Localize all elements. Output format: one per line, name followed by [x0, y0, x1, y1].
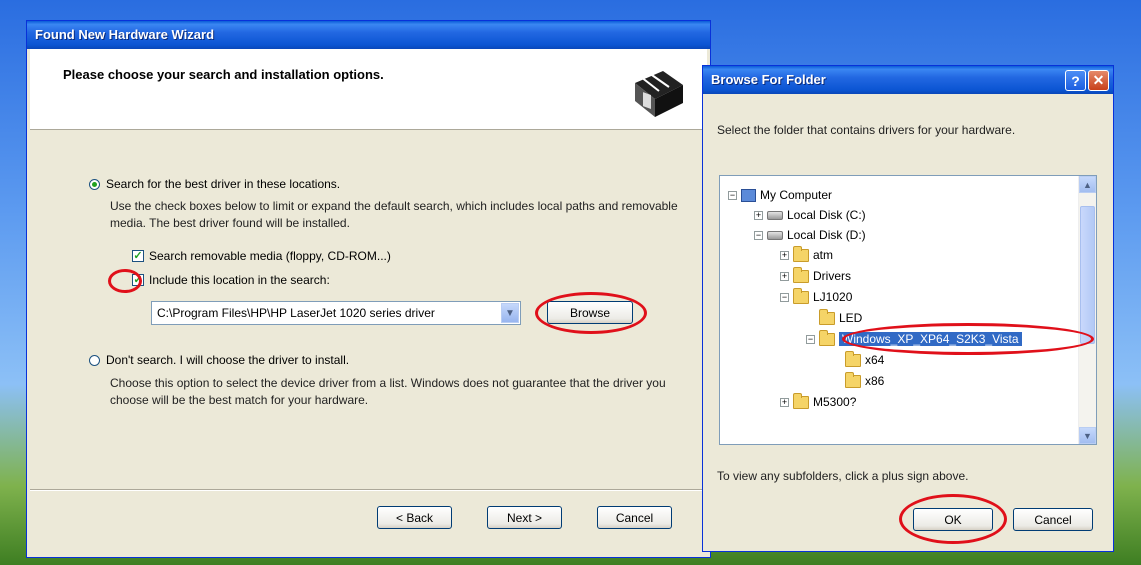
close-icon[interactable]: ✕: [1088, 70, 1109, 91]
tree-item-local-disk-d[interactable]: − Local Disk (D:): [754, 226, 866, 244]
removable-media-checkbox[interactable]: ✓: [132, 250, 144, 262]
search-option-row[interactable]: Search for the best driver in these loca…: [89, 177, 340, 191]
tree-item-m5300[interactable]: + M5300?: [780, 392, 857, 411]
cancel-button[interactable]: Cancel: [597, 506, 672, 529]
tree-item-local-disk-c[interactable]: + Local Disk (C:): [754, 206, 866, 224]
back-button[interactable]: < Back: [377, 506, 452, 529]
search-description: Use the check boxes below to limit or ex…: [110, 199, 678, 230]
removable-media-row[interactable]: ✓ Search removable media (floppy, CD-ROM…: [132, 249, 391, 263]
dont-search-description: Choose this option to select the device …: [110, 376, 666, 407]
tree-item-x64[interactable]: x64: [845, 350, 885, 369]
hardware-wizard-window: Found New Hardware Wizard Please choose …: [26, 20, 711, 558]
tree-item-label: LED: [839, 311, 863, 325]
browse-instruction: Select the folder that contains drivers …: [717, 123, 1016, 137]
expand-icon[interactable]: +: [780, 271, 789, 281]
chevron-down-icon[interactable]: ▼: [501, 303, 519, 323]
drive-icon: [767, 210, 783, 220]
collapse-icon[interactable]: −: [806, 334, 815, 344]
dont-search-option-row[interactable]: Don't search. I will choose the driver t…: [89, 353, 349, 367]
tree-item-x86[interactable]: x86: [845, 371, 885, 390]
tree-item-my-computer[interactable]: − My Computer: [728, 186, 832, 204]
search-option-label: Search for the best driver in these loca…: [106, 177, 341, 191]
tree-item-drivers[interactable]: + Drivers: [780, 266, 851, 285]
folder-icon: [845, 371, 861, 388]
tree-scrollbar[interactable]: ▲ ▼: [1078, 176, 1096, 444]
folder-icon: [793, 287, 809, 304]
search-radio[interactable]: [89, 178, 100, 190]
folder-icon: [819, 329, 835, 346]
include-location-checkbox[interactable]: ✓: [132, 274, 144, 286]
tree-item-label: LJ1020: [813, 290, 853, 304]
title-buttons: ? ✕: [1065, 70, 1109, 91]
next-button[interactable]: Next >: [487, 506, 562, 529]
tree-item-label: M5300?: [813, 395, 857, 409]
folder-tree[interactable]: − My Computer + Local Disk (C:) − Local …: [719, 175, 1097, 445]
tree-item-led[interactable]: LED: [819, 308, 863, 327]
hardware-icon: [631, 65, 687, 121]
browse-title-bar[interactable]: Browse For Folder: [703, 66, 1113, 94]
collapse-icon[interactable]: −: [728, 190, 737, 200]
browse-for-folder-dialog: Browse For Folder ? ✕ Select the folder …: [702, 65, 1114, 552]
browse-button[interactable]: Browse: [547, 301, 633, 324]
scroll-down-icon[interactable]: ▼: [1079, 427, 1096, 444]
collapse-icon[interactable]: −: [780, 292, 789, 302]
expand-icon[interactable]: +: [754, 210, 763, 220]
wizard-header-title: Please choose your search and installati…: [63, 67, 384, 82]
tree-item-label: x86: [865, 374, 885, 388]
browse-cancel-button[interactable]: Cancel: [1013, 508, 1093, 531]
location-combobox[interactable]: C:\Program Files\HP\HP LaserJet 1020 ser…: [151, 301, 521, 325]
tree-item-label: atm: [813, 248, 834, 262]
include-location-label: Include this location in the search:: [149, 273, 330, 287]
wizard-title-bar[interactable]: Found New Hardware Wizard: [27, 21, 710, 49]
expand-icon[interactable]: +: [780, 397, 789, 407]
tree-item-label: Drivers: [813, 269, 851, 283]
ok-button[interactable]: OK: [913, 508, 993, 531]
folder-icon: [819, 308, 835, 325]
drive-icon: [767, 230, 783, 240]
folder-icon: [793, 392, 809, 409]
dont-search-radio[interactable]: [89, 354, 100, 366]
include-location-row[interactable]: ✓ Include this location in the search:: [132, 273, 330, 287]
tree-item-label-selected: Windows_XP_XP64_S2K3_Vista: [839, 332, 1022, 346]
scroll-up-icon[interactable]: ▲: [1079, 176, 1096, 193]
computer-icon: [741, 188, 756, 202]
dont-search-label: Don't search. I will choose the driver t…: [106, 353, 350, 367]
removable-media-label: Search removable media (floppy, CD-ROM..…: [149, 249, 391, 263]
tree-item-atm[interactable]: + atm: [780, 245, 834, 264]
tree-item-label: x64: [865, 353, 885, 367]
tree-item-windows-driver-folder[interactable]: − Windows_XP_XP64_S2K3_Vista: [806, 329, 1022, 348]
expand-icon[interactable]: +: [780, 250, 789, 260]
help-icon[interactable]: ?: [1065, 70, 1086, 91]
wizard-header: Please choose your search and installati…: [30, 49, 707, 130]
browse-hint: To view any subfolders, click a plus sig…: [717, 469, 969, 483]
folder-icon: [793, 266, 809, 283]
folder-icon: [793, 245, 809, 262]
wizard-divider: [30, 489, 707, 491]
folder-icon: [845, 350, 861, 367]
tree-item-label: My Computer: [760, 188, 833, 202]
collapse-icon[interactable]: −: [754, 230, 763, 240]
tree-item-label: Local Disk (C:): [787, 208, 866, 222]
tree-item-lj1020[interactable]: − LJ1020: [780, 287, 853, 306]
scroll-thumb[interactable]: [1080, 206, 1095, 344]
tree-item-label: Local Disk (D:): [787, 228, 866, 242]
location-path-value[interactable]: C:\Program Files\HP\HP LaserJet 1020 ser…: [152, 306, 501, 320]
